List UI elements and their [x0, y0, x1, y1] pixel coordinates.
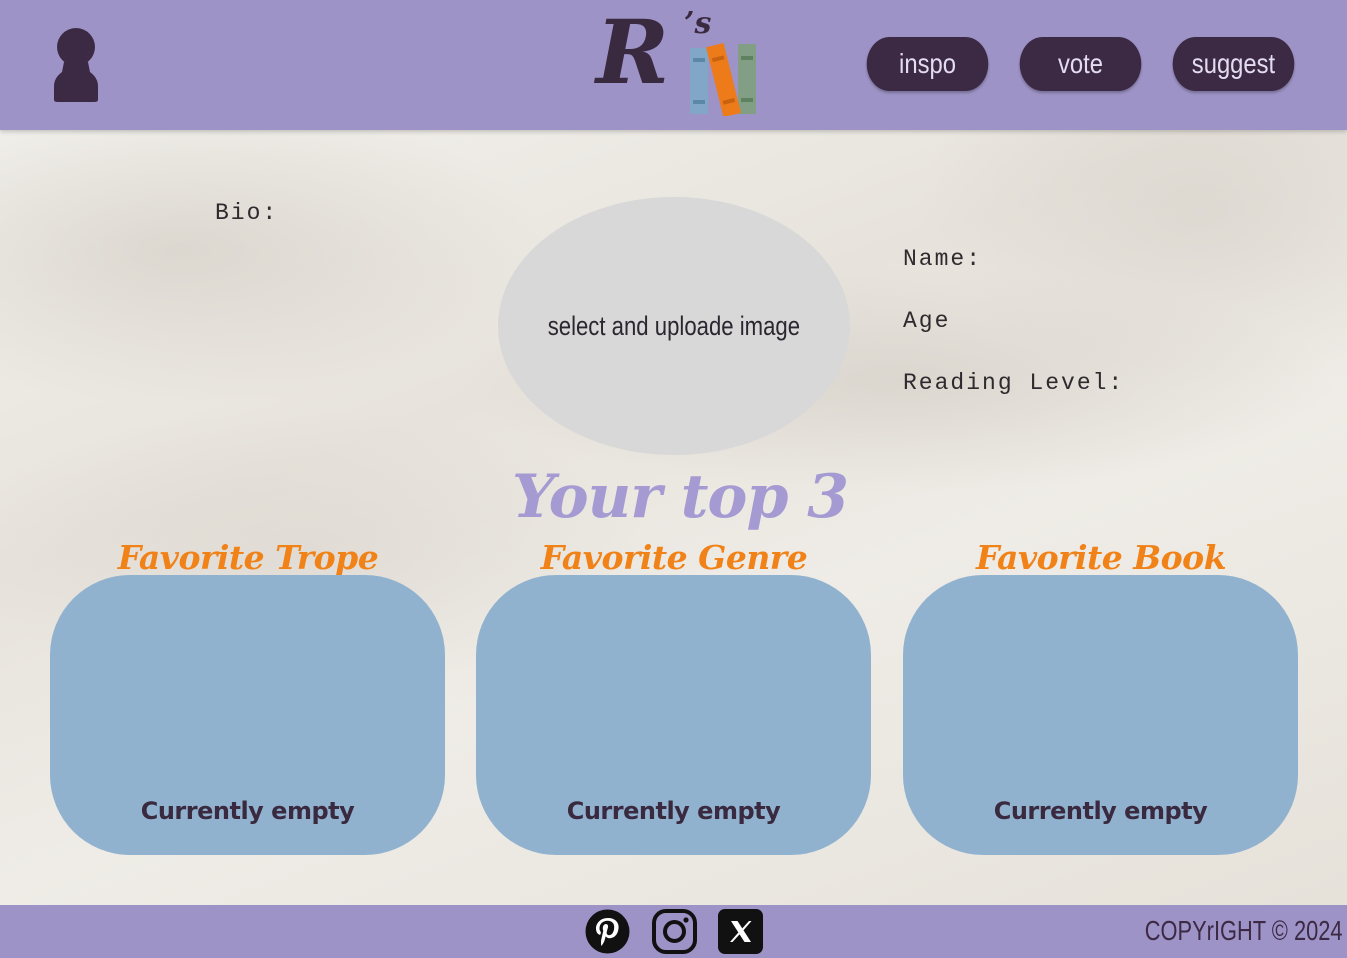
age-label: Age: [903, 308, 951, 334]
favorite-genre-card[interactable]: Currently empty: [476, 575, 871, 855]
favorite-trope-heading: Favorite Trope: [117, 538, 379, 577]
site-logo[interactable]: R ’s: [594, 0, 764, 118]
top3-title: Your top 3: [511, 462, 849, 532]
site-header: R ’s inspo vote suggest: [0, 0, 1347, 130]
card-status: Currently empty: [140, 797, 355, 825]
copyright-text: COPYrIGHT © 2024: [1145, 915, 1343, 946]
upload-text: select and uploade image: [547, 310, 801, 341]
instagram-icon[interactable]: [652, 909, 697, 954]
reading-level-label: Reading Level:: [903, 370, 1125, 396]
logo-suffix: ’s: [684, 6, 712, 41]
books-icon: [690, 42, 756, 116]
x-icon[interactable]: [718, 909, 763, 954]
nav-suggest-button[interactable]: suggest: [1172, 37, 1295, 91]
favorite-trope-card[interactable]: Currently empty: [50, 575, 445, 855]
card-status: Currently empty: [993, 797, 1208, 825]
nav-inspo-button[interactable]: inspo: [866, 37, 989, 91]
pinterest-icon[interactable]: [585, 909, 630, 954]
favorite-book-heading: Favorite Book: [975, 538, 1227, 577]
user-profile-icon[interactable]: [54, 26, 100, 104]
nav-vote-button[interactable]: vote: [1019, 37, 1142, 91]
favorite-book-card[interactable]: Currently empty: [903, 575, 1298, 855]
name-label: Name:: [903, 246, 983, 272]
bio-label: Bio:: [215, 200, 279, 226]
logo-letter: R: [596, 0, 669, 104]
site-footer: COPYrIGHT © 2024: [0, 905, 1347, 958]
image-upload-button[interactable]: select and uploade image: [498, 197, 850, 455]
favorite-genre-heading: Favorite Genre: [540, 538, 808, 577]
card-status: Currently empty: [566, 797, 781, 825]
